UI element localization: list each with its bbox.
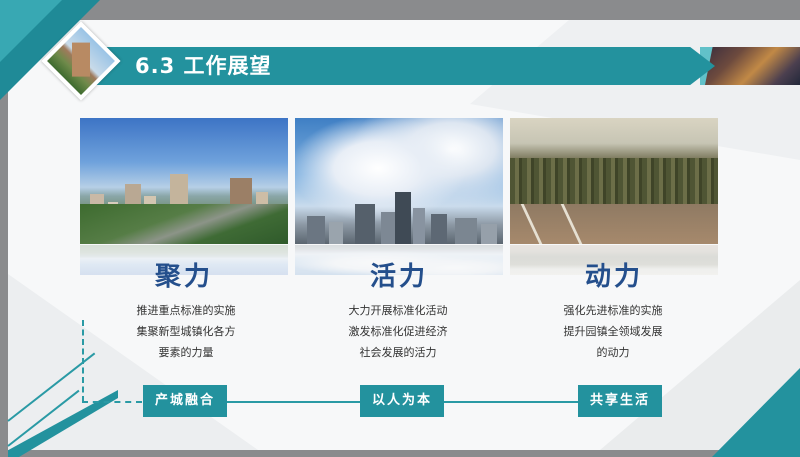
description-line: 的动力 [596, 346, 630, 359]
description-line: 强化先进标准的实施 [563, 304, 663, 317]
column-description-1: 推进重点标准的实施 集聚新型城镇化各方 要素的力量 [101, 300, 271, 363]
tag-label-2: 以人为本 [360, 385, 444, 417]
description-line: 大力开展标准化活动 [348, 304, 448, 317]
slide: 6.3 工作展望 聚力 活力 动力 推进重点标准的实施 集聚新型城镇化各方 要素… [0, 0, 800, 457]
column-heading-2: 活力 [369, 262, 428, 292]
title-city-image [705, 47, 800, 85]
column-heading-3: 动力 [584, 262, 643, 292]
description-line: 集聚新型城镇化各方 [136, 325, 236, 338]
description-line: 要素的力量 [158, 346, 214, 359]
photo-skyscrapers [295, 118, 503, 244]
connector-line [227, 401, 360, 403]
connector-line [444, 401, 578, 403]
column-description-3: 强化先进标准的实施 提升园镇全领域发展 的动力 [528, 300, 698, 363]
tag-label-3: 共享生活 [578, 385, 662, 417]
page-title: 6.3 工作展望 [135, 54, 272, 78]
column-description-2: 大力开展标准化活动 激发标准化促进经济 社会发展的活力 [313, 300, 483, 363]
description-line: 提升园镇全领域发展 [563, 325, 663, 338]
description-line: 激发标准化促进经济 [348, 325, 448, 338]
connector-dashed-horizontal [82, 401, 142, 403]
description-line: 推进重点标准的实施 [136, 304, 236, 317]
connector-dashed-vertical [82, 320, 84, 402]
frame-bottom [0, 450, 800, 457]
tag-label-1: 产城融合 [143, 385, 227, 417]
photo-city-skyline [80, 118, 288, 244]
description-line: 社会发展的活力 [359, 346, 437, 359]
frame-top [0, 0, 800, 20]
column-heading-1: 聚力 [154, 262, 213, 292]
photo-military-parade [510, 118, 718, 244]
